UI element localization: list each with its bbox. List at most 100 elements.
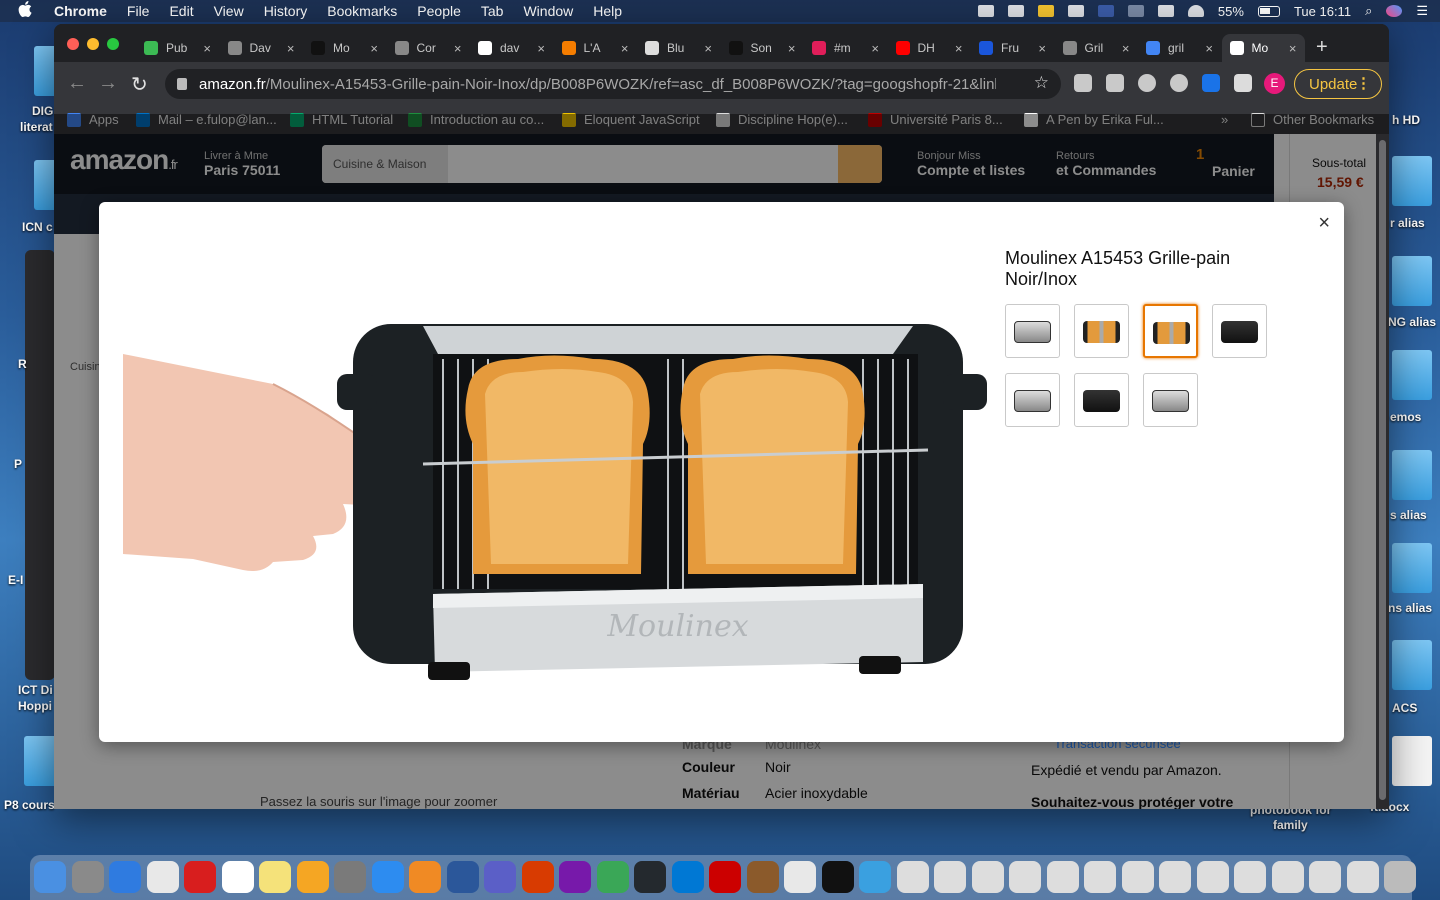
acrobat-icon[interactable]	[709, 861, 741, 893]
menu-edit[interactable]: Edit	[169, 3, 193, 19]
notes-icon[interactable]	[259, 861, 291, 893]
page-scrollbar-track[interactable]	[1376, 134, 1389, 809]
battery-icon[interactable]	[1257, 5, 1280, 17]
folder-icon[interactable]	[859, 861, 891, 893]
lock-icon[interactable]	[177, 78, 187, 90]
document-icon[interactable]	[934, 861, 966, 893]
calendar-icon[interactable]	[221, 861, 254, 893]
reader-icon[interactable]	[784, 861, 816, 893]
zotero-icon[interactable]	[521, 861, 554, 893]
bookmark-star-icon[interactable]: ☆	[1034, 73, 1049, 93]
onenote-icon[interactable]	[559, 861, 591, 893]
browser-tab[interactable]: Fru ×	[971, 34, 1054, 62]
menu-window[interactable]: Window	[523, 3, 573, 19]
control-center-icon[interactable]: ☰	[1416, 3, 1428, 19]
thumbnail-3[interactable]	[1143, 304, 1198, 358]
new-tab-button[interactable]: +	[1316, 36, 1328, 59]
thumbnail-5[interactable]	[1005, 373, 1060, 427]
photos-icon[interactable]	[296, 861, 329, 893]
menu-file[interactable]: File	[127, 3, 150, 19]
books-icon[interactable]	[409, 861, 441, 893]
page-scrollbar-thumb[interactable]	[1379, 140, 1386, 800]
document-icon[interactable]	[1084, 861, 1116, 893]
tab-close-icon[interactable]: ×	[537, 41, 545, 56]
desktop-document-icon[interactable]	[1392, 736, 1432, 786]
tab-close-icon[interactable]: ×	[621, 41, 629, 56]
close-icon[interactable]: ×	[1318, 212, 1330, 235]
siri-icon[interactable]	[1386, 5, 1403, 17]
finder-icon[interactable]	[34, 861, 66, 893]
extension-d-icon[interactable]	[1202, 74, 1220, 92]
document-icon[interactable]	[1346, 861, 1379, 893]
menu-tab[interactable]: Tab	[481, 3, 504, 19]
thumbnail-4[interactable]	[1212, 304, 1267, 358]
desktop-folder-icon[interactable]	[1392, 450, 1432, 500]
zoom-window-button[interactable]	[107, 38, 119, 50]
browser-tab[interactable]: Mo ×	[1221, 34, 1305, 62]
github-icon[interactable]	[634, 861, 666, 893]
browser-tab[interactable]: L'A ×	[554, 34, 637, 62]
tab-close-icon[interactable]: ×	[370, 41, 378, 56]
tab-close-icon[interactable]: ×	[704, 41, 712, 56]
close-window-button[interactable]	[67, 38, 79, 50]
safari-icon[interactable]	[109, 861, 141, 893]
document-icon[interactable]	[1196, 861, 1229, 893]
input-source-flag-icon[interactable]	[1097, 5, 1114, 17]
back-button[interactable]: ←	[67, 72, 87, 95]
opera-icon[interactable]	[184, 861, 216, 893]
browser-tab[interactable]: Gril ×	[1055, 34, 1138, 62]
minimize-window-button[interactable]	[87, 38, 99, 50]
browser-tab[interactable]: #m ×	[804, 34, 887, 62]
menu-view[interactable]: View	[214, 3, 244, 19]
browser-tab[interactable]: Son ×	[721, 34, 804, 62]
tab-close-icon[interactable]: ×	[871, 41, 879, 56]
document-icon[interactable]	[1234, 861, 1266, 893]
menu-history[interactable]: History	[264, 3, 308, 19]
reload-button[interactable]: ↻	[131, 72, 148, 97]
browser-tab[interactable]: Mo ×	[303, 34, 386, 62]
extension-ghost-icon[interactable]	[1170, 74, 1188, 92]
desktop-folder-icon[interactable]	[1392, 543, 1432, 593]
tab-close-icon[interactable]: ×	[454, 41, 462, 56]
document-icon[interactable]	[896, 861, 929, 893]
thumbnail-1[interactable]	[1005, 304, 1060, 358]
document-icon[interactable]	[1009, 861, 1041, 893]
browser-tab[interactable]: gril ×	[1138, 34, 1221, 62]
tab-close-icon[interactable]: ×	[788, 41, 796, 56]
update-button[interactable]: Update ⋮	[1294, 69, 1382, 99]
trash-icon[interactable]	[1384, 861, 1416, 893]
document-icon[interactable]	[1046, 861, 1079, 893]
tab-close-icon[interactable]: ×	[287, 41, 295, 56]
browser-tab[interactable]: Pub ×	[136, 34, 219, 62]
menu-people[interactable]: People	[417, 3, 461, 19]
clock[interactable]: Tue 16:11	[1294, 4, 1351, 19]
profile-avatar[interactable]: E	[1264, 73, 1285, 94]
menu-help[interactable]: Help	[593, 3, 622, 19]
apple-menu-icon[interactable]	[18, 1, 38, 21]
system-preferences-icon[interactable]	[334, 861, 366, 893]
teams-icon[interactable]	[484, 861, 516, 893]
app-store-icon[interactable]	[371, 861, 404, 893]
vscode-icon[interactable]	[671, 861, 704, 893]
bluetooth-icon[interactable]	[1127, 5, 1144, 17]
desktop-folder-icon[interactable]	[1392, 350, 1432, 400]
tab-close-icon[interactable]: ×	[1122, 41, 1130, 56]
product-main-image[interactable]: Moulinex	[123, 264, 993, 684]
document-icon[interactable]	[971, 861, 1004, 893]
browser-tab[interactable]: Cor ×	[387, 34, 470, 62]
desktop-folder-icon[interactable]	[1392, 640, 1432, 690]
battery-percent[interactable]: 55%	[1218, 4, 1244, 19]
menu-app-name[interactable]: Chrome	[54, 3, 107, 19]
library-icon[interactable]	[746, 861, 779, 893]
chrome-icon[interactable]	[146, 861, 179, 893]
document-icon[interactable]	[1309, 861, 1341, 893]
browser-tab[interactable]: Blu ×	[637, 34, 720, 62]
browser-tab[interactable]: Dav ×	[220, 34, 303, 62]
thumbnail-6[interactable]	[1074, 373, 1129, 427]
status-bag-icon[interactable]	[1067, 5, 1084, 17]
status-app-icon[interactable]	[977, 5, 994, 17]
tab-close-icon[interactable]: ×	[955, 41, 963, 56]
browser-tab[interactable]: DH ×	[888, 34, 971, 62]
desktop-folder-icon[interactable]	[1392, 256, 1432, 306]
menu-bookmarks[interactable]: Bookmarks	[327, 3, 397, 19]
